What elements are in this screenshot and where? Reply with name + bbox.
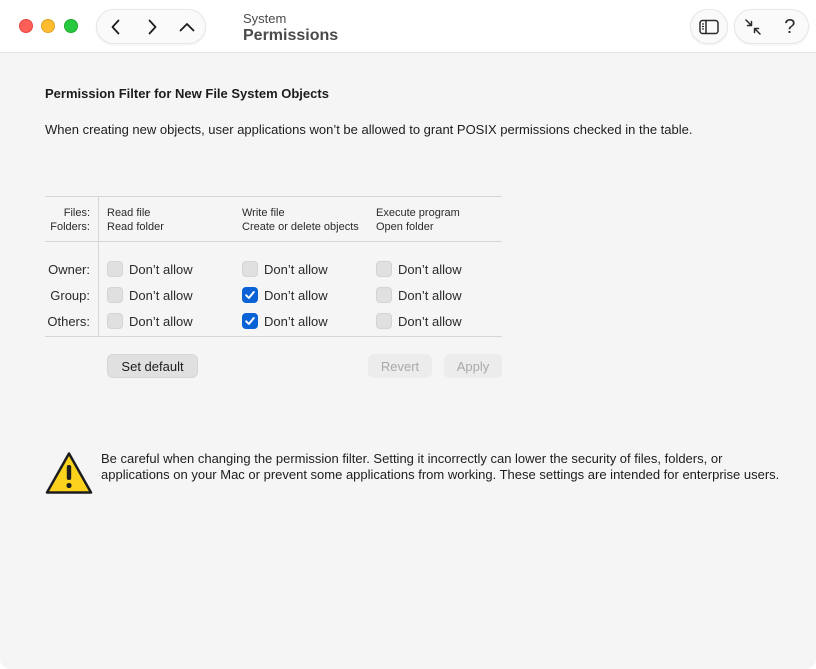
checkbox-label: Don’t allow: [398, 313, 462, 329]
row-label-group: Group:: [50, 288, 90, 303]
help-button[interactable]: ?: [772, 10, 809, 43]
column-header-read-folder: Read folder: [107, 221, 164, 233]
owner-execute-checkbox[interactable]: Don’t allow: [376, 260, 462, 278]
checkbox-label: Don’t allow: [264, 287, 328, 303]
checkbox-label: Don’t allow: [129, 261, 193, 277]
chevron-right-icon: [148, 19, 157, 34]
warning-triangle-icon: [45, 452, 93, 494]
minimize-window-button[interactable]: [41, 19, 55, 33]
checkbox-box[interactable]: [107, 313, 123, 329]
table-top-divider: [45, 196, 502, 197]
column-header-execute-program: Execute program: [376, 207, 460, 219]
column-header-read-file: Read file: [107, 207, 151, 219]
others-read-checkbox[interactable]: Don’t allow: [107, 312, 193, 330]
column-header-create-delete: Create or delete objects: [242, 221, 359, 233]
permissions-window: System Permissions ? Permission Filter f…: [0, 0, 816, 669]
others-execute-checkbox[interactable]: Don’t allow: [376, 312, 462, 330]
back-button[interactable]: [99, 10, 133, 43]
checkbox-box[interactable]: [376, 261, 392, 277]
window-actions-group: ?: [734, 9, 809, 44]
folders-header-label: Folders:: [50, 221, 90, 233]
checkbox-box[interactable]: [242, 261, 258, 277]
collapse-arrows-icon: [745, 18, 761, 35]
help-icon: ?: [784, 15, 796, 38]
checkmark-icon: [245, 317, 255, 325]
collapse-button[interactable]: [735, 10, 772, 43]
window-subtitle: System: [243, 11, 287, 26]
group-execute-checkbox[interactable]: Don’t allow: [376, 286, 462, 304]
checkbox-label: Don’t allow: [264, 261, 328, 277]
group-write-checkbox[interactable]: Don’t allow: [242, 286, 328, 304]
table-bottom-divider: [45, 336, 502, 337]
apply-button[interactable]: Apply: [444, 354, 502, 378]
checkbox-box[interactable]: [107, 287, 123, 303]
toggle-sidebar-button[interactable]: [690, 9, 728, 44]
row-label-owner: Owner:: [48, 262, 90, 277]
checkbox-label: Don’t allow: [398, 287, 462, 303]
chevron-up-icon: [179, 22, 195, 31]
table-column-divider: [98, 197, 99, 337]
others-write-checkbox[interactable]: Don’t allow: [242, 312, 328, 330]
table-header-divider: [45, 241, 502, 242]
column-header-write-file: Write file: [242, 207, 285, 219]
navigation-group: [96, 9, 206, 44]
enclosing-folder-button[interactable]: [170, 10, 204, 43]
owner-read-checkbox[interactable]: Don’t allow: [107, 260, 193, 278]
owner-write-checkbox[interactable]: Don’t allow: [242, 260, 328, 278]
checkbox-label: Don’t allow: [398, 261, 462, 277]
row-label-others: Others:: [47, 314, 90, 329]
checkmark-icon: [245, 291, 255, 299]
chevron-left-icon: [111, 19, 120, 34]
close-window-button[interactable]: [19, 19, 33, 33]
warning-message: Be careful when changing the permission …: [101, 451, 780, 482]
checkbox-label: Don’t allow: [129, 313, 193, 329]
section-heading: Permission Filter for New File System Ob…: [45, 86, 329, 101]
section-description: When creating new objects, user applicat…: [45, 122, 693, 137]
files-header-label: Files:: [63, 207, 90, 219]
checkbox-box[interactable]: [376, 287, 392, 303]
set-default-button[interactable]: Set default: [107, 354, 198, 378]
checkbox-box[interactable]: [107, 261, 123, 277]
maximize-window-button[interactable]: [64, 19, 78, 33]
checkbox-box[interactable]: [242, 287, 258, 303]
window-title: Permissions: [243, 27, 339, 44]
checkbox-box[interactable]: [376, 313, 392, 329]
checkbox-label: Don’t allow: [129, 287, 193, 303]
column-header-open-folder: Open folder: [376, 221, 434, 233]
checkbox-box[interactable]: [242, 313, 258, 329]
group-read-checkbox[interactable]: Don’t allow: [107, 286, 193, 304]
title-bar: System Permissions ?: [0, 0, 816, 53]
revert-button[interactable]: Revert: [368, 354, 432, 378]
checkbox-label: Don’t allow: [264, 313, 328, 329]
forward-button[interactable]: [135, 10, 169, 43]
sidebar-icon: [699, 19, 719, 34]
